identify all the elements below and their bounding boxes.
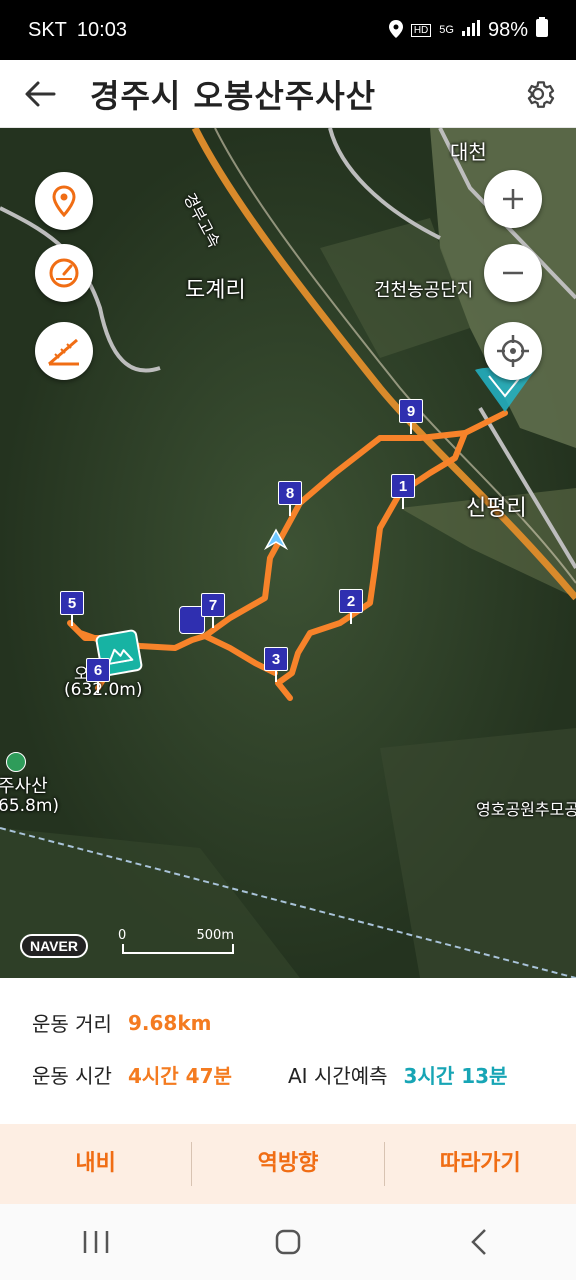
home-icon [275, 1229, 301, 1255]
waypoint-marker-8[interactable]: 8 [278, 481, 302, 516]
minus-icon [503, 271, 523, 275]
scale-zero-label: 0 [118, 928, 127, 943]
map-label-jusa-height: 65.8m) [0, 796, 60, 816]
ai-prediction-row: AI 시간예측 3시간 13분 [288, 1060, 507, 1089]
map-label-geoncheon: 건천농공단지 [374, 280, 474, 301]
direction-arrow-icon [263, 528, 289, 554]
waypoint-marker-2[interactable]: 2 [339, 589, 363, 624]
waypoint-marker-1[interactable]: 1 [391, 474, 415, 509]
map-label-dogye: 도계리 [185, 278, 246, 303]
clock: 10:03 [76, 18, 127, 41]
time-value: 4시간 47분 [127, 1064, 232, 1088]
ai-prediction-label: AI 시간예측 [288, 1064, 388, 1088]
battery-label: 98% [487, 18, 528, 41]
waypoint-marker-9[interactable]: 9 [399, 399, 423, 434]
map-label-jusa-name: 주사산 [0, 776, 48, 797]
zoom-in-button[interactable] [484, 170, 542, 228]
waypoint-marker-5[interactable]: 5 [60, 591, 84, 626]
distance-label: 운동 거리 [32, 1012, 112, 1036]
naver-logo: NAVER [20, 934, 88, 958]
time-label: 운동 시간 [32, 1064, 112, 1088]
small-peak-icon [6, 752, 26, 772]
status-bar: SKT 10:03 HD 5G 98% [0, 0, 576, 60]
slope-icon [48, 338, 79, 366]
location-icon [388, 19, 403, 41]
map-label-yeongho: 영호공원추모공 [476, 800, 576, 819]
plus-icon [503, 189, 523, 209]
scale-line [122, 944, 234, 954]
speedometer-button[interactable] [35, 244, 93, 302]
settings-button[interactable] [500, 60, 576, 128]
navi-button[interactable]: 내비 [0, 1124, 191, 1204]
ai-prediction-value: 3시간 13분 [403, 1064, 508, 1088]
5g-icon: 5G [439, 24, 454, 36]
time-row: 운동 시간 4시간 47분 [32, 1060, 232, 1089]
back-button[interactable] [0, 60, 80, 128]
system-nav-bar [0, 1204, 576, 1280]
route-info-panel: 운동 거리 9.68km 운동 시간 4시간 47분 AI 시간예측 3시간 1… [0, 978, 576, 1124]
map-label-obong-height: (632.0m) [64, 680, 143, 700]
map-label-daecheon: 대천 [450, 140, 487, 164]
elevation-button[interactable] [35, 322, 93, 380]
recent-apps-icon [83, 1231, 109, 1253]
waypoint-marker-6[interactable]: 6 [86, 658, 110, 693]
waypoint-marker-7[interactable]: 7 [201, 593, 225, 628]
battery-icon [536, 17, 548, 43]
zoom-out-button[interactable] [484, 244, 542, 302]
map-label-sinpyeong: 신평리 [466, 496, 527, 521]
map-pin-icon [52, 185, 76, 217]
current-location-button[interactable] [484, 322, 542, 380]
crosshair-icon [497, 335, 529, 367]
carrier-label: SKT [28, 18, 67, 41]
location-pin-button[interactable] [35, 172, 93, 230]
chevron-left-icon [471, 1229, 486, 1255]
gear-icon [527, 80, 555, 108]
recent-apps-button[interactable] [56, 1212, 136, 1272]
scale-distance-label: 500m [196, 928, 234, 943]
app-header: 경주시 오봉산주사산 [0, 60, 576, 128]
page-title: 경주시 오봉산주사산 [90, 76, 377, 115]
home-button[interactable] [248, 1212, 328, 1272]
gauge-icon [49, 258, 79, 288]
waypoint-marker-3[interactable]: 3 [264, 647, 288, 682]
action-bar: 내비 역방향 따라가기 [0, 1124, 576, 1204]
distance-value: 9.68km [127, 1010, 212, 1035]
hd-voice-icon: HD [410, 23, 432, 37]
follow-button[interactable]: 따라가기 [385, 1124, 576, 1204]
back-nav-button[interactable] [440, 1212, 520, 1272]
reverse-button[interactable]: 역방향 [192, 1124, 383, 1204]
map-view[interactable]: 대천 경부고속 도계리 건천농공단지 신평리 오 (632.0m) 주사산 65… [0, 128, 576, 978]
distance-row: 운동 거리 9.68km [32, 1008, 211, 1037]
map-scale-bar: 0 500m [118, 928, 234, 954]
signal-icon [461, 19, 480, 42]
arrow-left-icon [25, 81, 56, 106]
